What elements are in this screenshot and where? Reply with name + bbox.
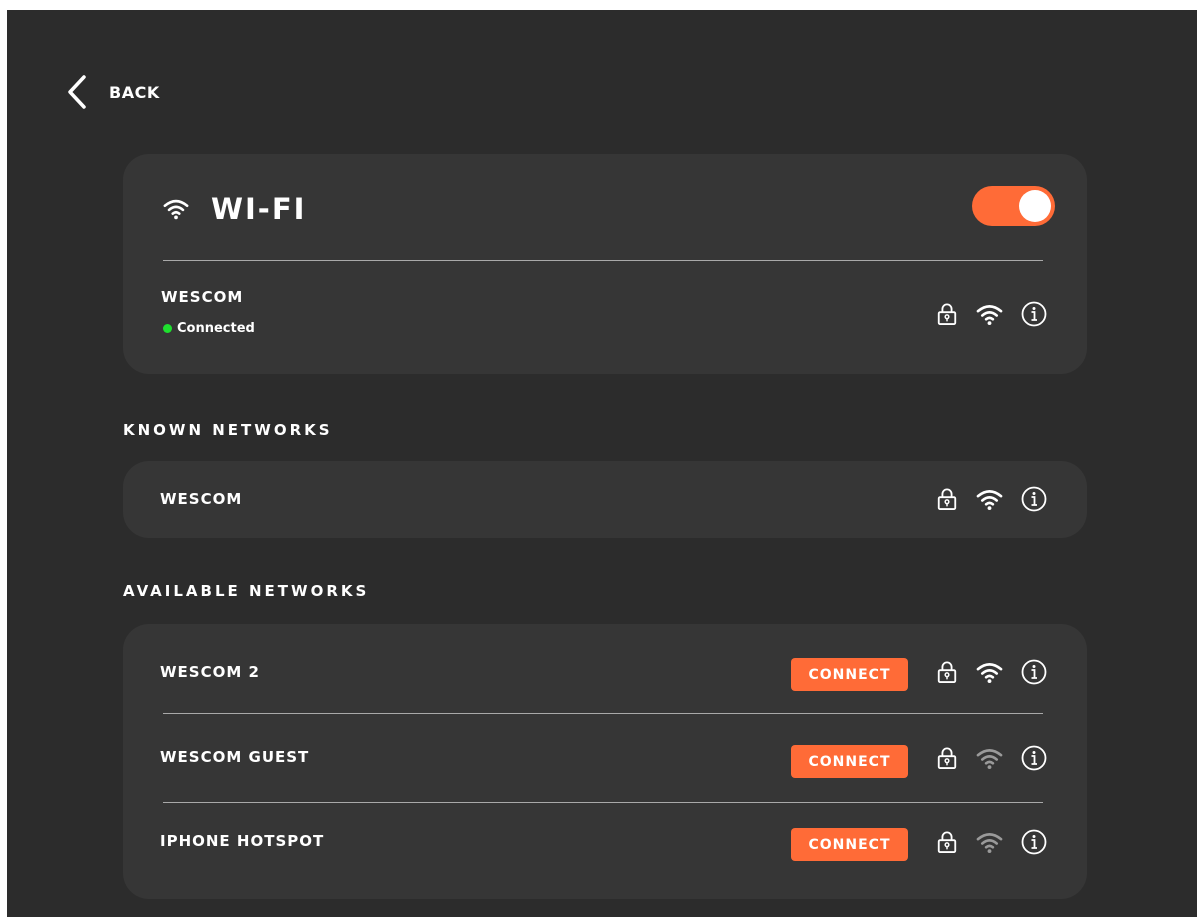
back-label: BACK [109, 82, 160, 102]
info-icon[interactable] [1021, 745, 1047, 771]
network-icons [918, 486, 1047, 512]
connect-button[interactable]: CONNECT [791, 828, 908, 861]
wifi-toggle[interactable] [972, 186, 1055, 226]
wifi-settings-screen: BACK WI-FI WESCOM Connected KNOWN NETWOR… [7, 10, 1197, 917]
network-icons [918, 829, 1047, 855]
back-button[interactable]: BACK [67, 72, 160, 112]
lock-icon [936, 660, 958, 684]
network-name: WESCOM 2 [160, 663, 260, 681]
wifi-signal-icon [976, 661, 1003, 684]
lock-icon [936, 302, 958, 326]
info-icon[interactable] [1021, 301, 1047, 327]
wifi-signal-icon [976, 303, 1003, 326]
connect-button[interactable]: CONNECT [791, 745, 908, 778]
current-network-icons [918, 301, 1047, 327]
lock-icon [936, 830, 958, 854]
lock-icon [936, 487, 958, 511]
status-text: Connected [177, 321, 255, 336]
info-icon[interactable] [1021, 659, 1047, 685]
available-networks-card: WESCOM 2 CONNECT WESCOM GUEST CONNECT IP… [123, 624, 1087, 899]
info-icon[interactable] [1021, 486, 1047, 512]
connection-status: Connected [163, 321, 255, 336]
wifi-title: WI-FI [211, 192, 307, 226]
info-icon[interactable] [1021, 829, 1047, 855]
divider [163, 260, 1043, 261]
wifi-signal-icon [976, 747, 1003, 770]
known-networks-title: KNOWN NETWORKS [123, 421, 333, 439]
lock-icon [936, 746, 958, 770]
wifi-header: WI-FI [163, 192, 306, 226]
wifi-icon [163, 197, 189, 221]
current-network-name: WESCOM [161, 288, 244, 306]
network-name: WESCOM [160, 490, 243, 508]
network-name: IPHONE HOTSPOT [160, 832, 325, 850]
toggle-knob [1019, 190, 1051, 222]
wifi-signal-icon [976, 831, 1003, 854]
known-networks-card: WESCOM [123, 461, 1087, 538]
divider [163, 713, 1043, 714]
network-name: WESCOM GUEST [160, 748, 310, 766]
network-icons [918, 659, 1047, 685]
wifi-signal-icon [976, 488, 1003, 511]
divider [163, 802, 1043, 803]
status-dot [163, 324, 172, 333]
chevron-left-icon [68, 75, 86, 109]
connect-button[interactable]: CONNECT [791, 658, 908, 691]
wifi-card: WI-FI WESCOM Connected [123, 154, 1087, 374]
network-icons [918, 745, 1047, 771]
available-networks-title: AVAILABLE NETWORKS [123, 582, 370, 600]
